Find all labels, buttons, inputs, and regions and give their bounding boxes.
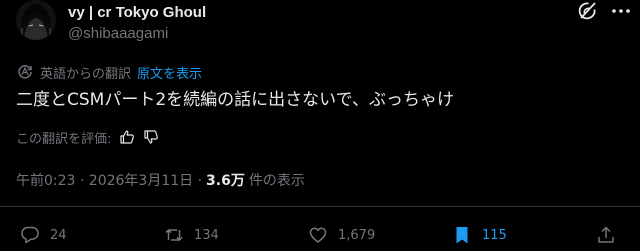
repost-button[interactable]: 134 <box>164 224 219 246</box>
handle[interactable]: @shibaaagami <box>68 24 206 44</box>
translation-label: 英語からの翻訳 <box>40 66 132 82</box>
action-bar: 24 134 1,679 115 <box>0 220 640 250</box>
view-suffix: 件の表示 <box>248 173 305 189</box>
share-button[interactable] <box>596 224 626 246</box>
reply-button[interactable]: 24 <box>20 224 67 246</box>
reply-icon <box>21 226 39 244</box>
like-count: 1,679 <box>338 227 376 243</box>
divider <box>0 206 640 207</box>
rate-translation: この翻訳を評価: <box>16 128 159 147</box>
rate-translation-label: この翻訳を評価: <box>16 131 112 147</box>
author-names: vy | cr Tokyo Ghoul @shibaaagami <box>68 4 206 44</box>
more-button[interactable] <box>610 0 632 22</box>
more-icon <box>612 9 630 13</box>
bookmark-button[interactable]: 115 <box>452 224 507 246</box>
show-original-link[interactable]: 原文を表示 <box>137 63 202 82</box>
like-button[interactable]: 1,679 <box>308 224 375 246</box>
display-name[interactable]: vy | cr Tokyo Ghoul <box>68 4 206 22</box>
like-icon <box>309 227 327 243</box>
thumbs-up-icon[interactable] <box>119 129 135 145</box>
translation-notice: 英語からの翻訳 原文を表示 <box>16 63 202 82</box>
bookmark-icon <box>456 227 468 244</box>
repost-icon <box>165 229 183 241</box>
grok-icon <box>578 2 596 20</box>
tweet-text: 二度とCSMパート2を続編の話に出さないで、ぶっちゃけ <box>16 90 454 110</box>
avatar[interactable] <box>16 0 56 40</box>
thumbs-down-icon[interactable] <box>143 129 159 145</box>
share-icon <box>598 226 614 243</box>
view-count[interactable]: 3.6万 <box>206 170 245 190</box>
tweet-meta: 午前0:23 · 2026年3月11日 · 3.6万 件の表示 <box>16 170 305 190</box>
translate-icon <box>18 65 32 79</box>
timestamp[interactable]: 午前0:23 · 2026年3月11日 · <box>16 170 202 190</box>
bookmark-count: 115 <box>482 227 507 243</box>
reply-count: 24 <box>50 227 67 243</box>
tweet-header: vy | cr Tokyo Ghoul @shibaaagami <box>16 0 630 48</box>
repost-count: 134 <box>194 227 219 243</box>
avatar-image <box>16 0 56 40</box>
grok-button[interactable] <box>576 0 598 22</box>
